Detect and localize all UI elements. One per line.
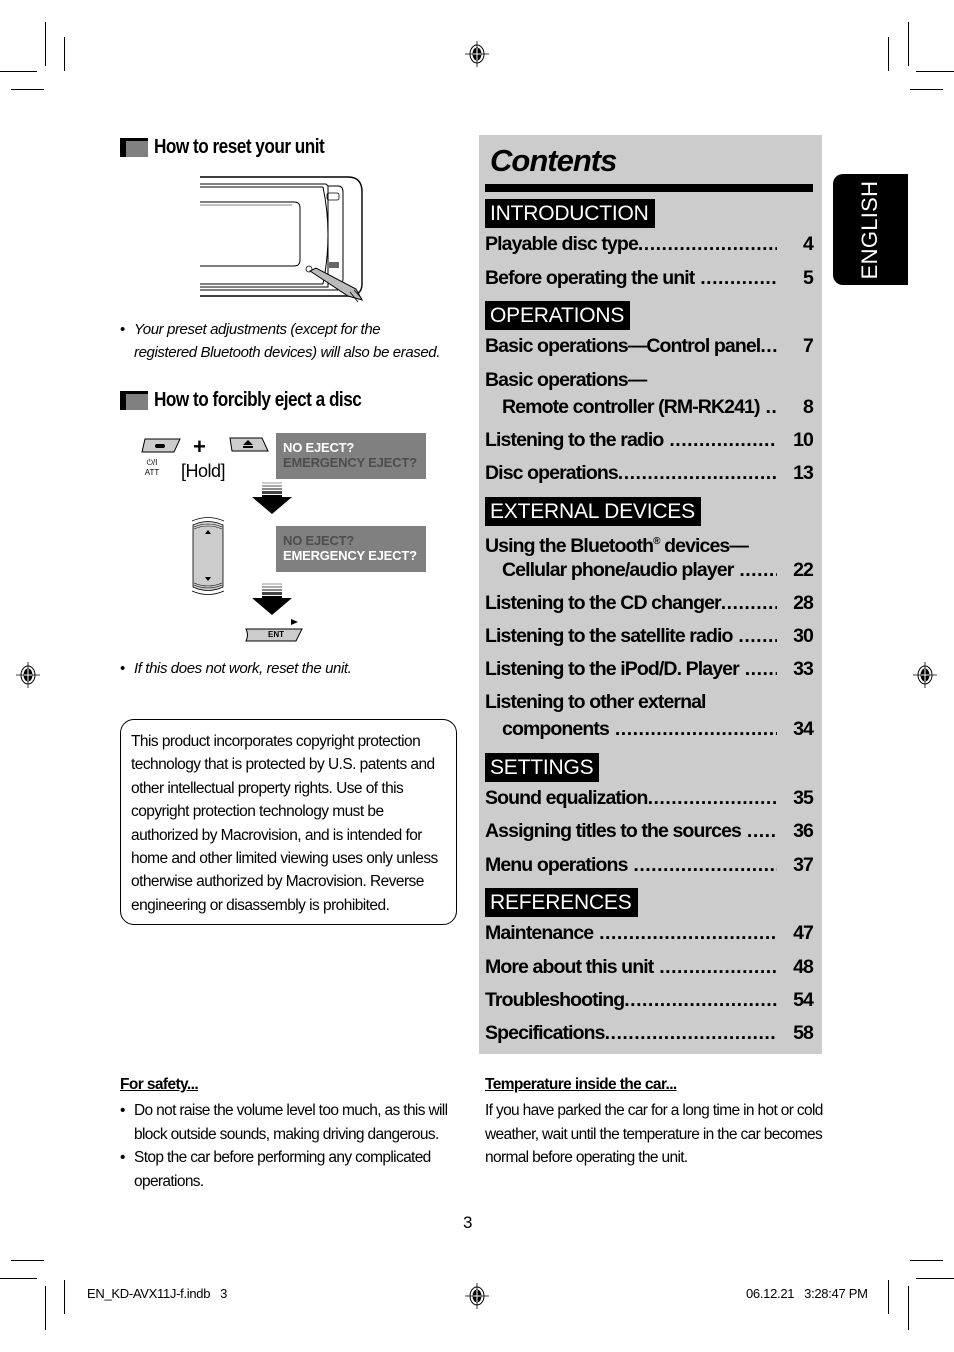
contents-panel: Contents INTRODUCTION Playable disc type…: [479, 135, 822, 1054]
unit-reset-illustration: [200, 176, 364, 303]
registration-mark-icon: [465, 1283, 489, 1309]
crop-mark: [64, 37, 65, 71]
toc-item-more-about-unit[interactable]: More about this unit ...................…: [485, 953, 814, 981]
hold-label: [Hold]: [181, 461, 226, 481]
safety-heading: For safety...: [120, 1076, 199, 1093]
display-line-1: NO EJECT?: [283, 533, 355, 548]
display-line-2: EMERGENCY EJECT?: [283, 455, 417, 470]
crop-mark: [11, 89, 44, 90]
temperature-heading: Temperature inside the car...: [485, 1076, 677, 1093]
toc-item-disc-operations[interactable]: Disc operations.........................…: [485, 459, 814, 487]
section-marker-icon: [120, 138, 148, 157]
crop-mark: [910, 89, 943, 90]
reset-note: • Your preset adjustments (except for th…: [120, 318, 444, 364]
bullet: •: [120, 321, 125, 338]
safety-bullet: Stop the car before performing any compl…: [120, 1146, 450, 1193]
display-line-2: EMERGENCY EJECT?: [283, 548, 417, 563]
crop-mark: [910, 1260, 943, 1261]
toc-section-introduction: INTRODUCTION: [485, 199, 655, 228]
toc-item-specifications[interactable]: Specifications..........................…: [485, 1019, 814, 1047]
crop-mark: [0, 71, 37, 72]
eject-note-text: If this does not work, reset the unit.: [134, 660, 352, 677]
arrow-down-icon: [252, 482, 292, 514]
reset-section-heading: How to reset your unit: [120, 136, 352, 159]
registration-mark-icon: [913, 662, 937, 688]
page-number: 3: [463, 1213, 473, 1232]
crop-mark: [908, 1286, 909, 1330]
crop-mark: [916, 71, 954, 72]
toc-item-playable-disc-type[interactable]: Playable disc type......................…: [485, 230, 814, 258]
reset-section-title: How to reset your unit: [154, 136, 325, 158]
power-att-label: ⏻/I ATT: [144, 458, 160, 477]
toc-item-sound-equalization[interactable]: Sound equalization......................…: [485, 784, 814, 812]
section-marker-icon: [120, 391, 148, 410]
plus-sign: +: [193, 434, 206, 459]
contents-divider: [485, 184, 813, 192]
toc-item-bluetooth[interactable]: Cellular phone/audio player ............…: [485, 556, 814, 584]
eject-button-icon: [229, 437, 269, 452]
toc-item-cd-changer[interactable]: Listening to the CD changer.............…: [485, 589, 814, 617]
crop-mark: [45, 1286, 46, 1330]
toc-item-basic-ops-remote-line1: Basic operations—: [485, 369, 647, 391]
up-down-control-icon: [191, 517, 225, 595]
toc-item-ipod[interactable]: Listening to the iPod/D. Player ........…: [485, 655, 814, 683]
footer-file-slug: EN_KD-AVX11J-f.indb 3: [87, 1286, 228, 1301]
safety-bullet: Do not raise the volume level too much, …: [120, 1099, 450, 1146]
toc-item-troubleshooting[interactable]: Troubleshooting.........................…: [485, 986, 814, 1014]
crop-mark: [888, 37, 889, 71]
crop-mark: [916, 1278, 954, 1279]
language-tab: ENGLISH: [833, 174, 908, 285]
toc-item-other-external[interactable]: components .............................…: [485, 715, 814, 743]
crop-mark: [0, 1278, 37, 1279]
toc-item-menu-operations[interactable]: Menu operations ........................…: [485, 851, 814, 879]
toc-item-basic-ops-control-panel[interactable]: Basic operations—Control panel..........…: [485, 332, 814, 360]
power-att-button-icon: [141, 438, 181, 453]
toc-item-assigning-titles[interactable]: Assigning titles to the sources ........…: [485, 817, 814, 845]
footer-timestamp: 06.12.21 3:28:47 PM: [746, 1286, 868, 1301]
display-line-1: NO EJECT?: [283, 440, 355, 455]
toc-item-radio[interactable]: Listening to the radio .................…: [485, 426, 814, 454]
temperature-text: If you have parked the car for a long ti…: [485, 1102, 823, 1167]
registration-mark-icon: [16, 662, 40, 688]
toc-item-maintenance[interactable]: Maintenance ............................…: [485, 919, 814, 947]
toc-item-before-operating[interactable]: Before operating the unit ..............…: [485, 264, 814, 292]
copyright-notice-box: This product incorporates copyright prot…: [120, 719, 457, 925]
display-no-eject-selected: NO EJECT? EMERGENCY EJECT?: [276, 433, 426, 479]
registered-mark: ®: [653, 536, 660, 547]
display-emergency-eject-selected: NO EJECT? EMERGENCY EJECT?: [276, 526, 426, 572]
crop-mark: [908, 22, 909, 66]
toc-section-external-devices: EXTERNAL DEVICES: [485, 497, 701, 526]
bullet: •: [120, 660, 125, 677]
toc-section-operations: OPERATIONS: [485, 301, 631, 330]
contents-title: Contents: [490, 143, 617, 178]
toc-section-settings: SETTINGS: [485, 753, 600, 782]
registration-mark-icon: [465, 41, 489, 67]
safety-list: Do not raise the volume level too much, …: [120, 1099, 450, 1193]
toc-item-satellite-radio[interactable]: Listening to the satellite radio .......…: [485, 622, 814, 650]
eject-section-heading: How to forcibly eject a disc: [120, 389, 395, 412]
arrow-down-icon: [252, 583, 292, 615]
play-indicator-icon: [291, 619, 298, 625]
crop-mark: [64, 1280, 65, 1314]
toc-section-references: REFERENCES: [485, 888, 638, 917]
reset-note-text: Your preset adjustments (except for the …: [134, 321, 441, 361]
toc-item-basic-ops-remote[interactable]: Remote controller (RM-RK241) ...........…: [485, 393, 814, 421]
toc-item-other-external-line1: Listening to other external: [485, 691, 706, 713]
ent-button: ENT: [244, 628, 306, 642]
crop-mark: [45, 22, 46, 66]
ent-label: ENT: [268, 630, 284, 639]
language-tab-label: ENGLISH: [857, 180, 882, 280]
crop-mark: [888, 1280, 889, 1314]
copyright-notice-text: This product incorporates copyright prot…: [131, 733, 438, 914]
eject-section-title: How to forcibly eject a disc: [154, 389, 362, 411]
crop-mark: [11, 1260, 44, 1261]
eject-note: • If this does not work, reset the unit.: [120, 657, 444, 680]
